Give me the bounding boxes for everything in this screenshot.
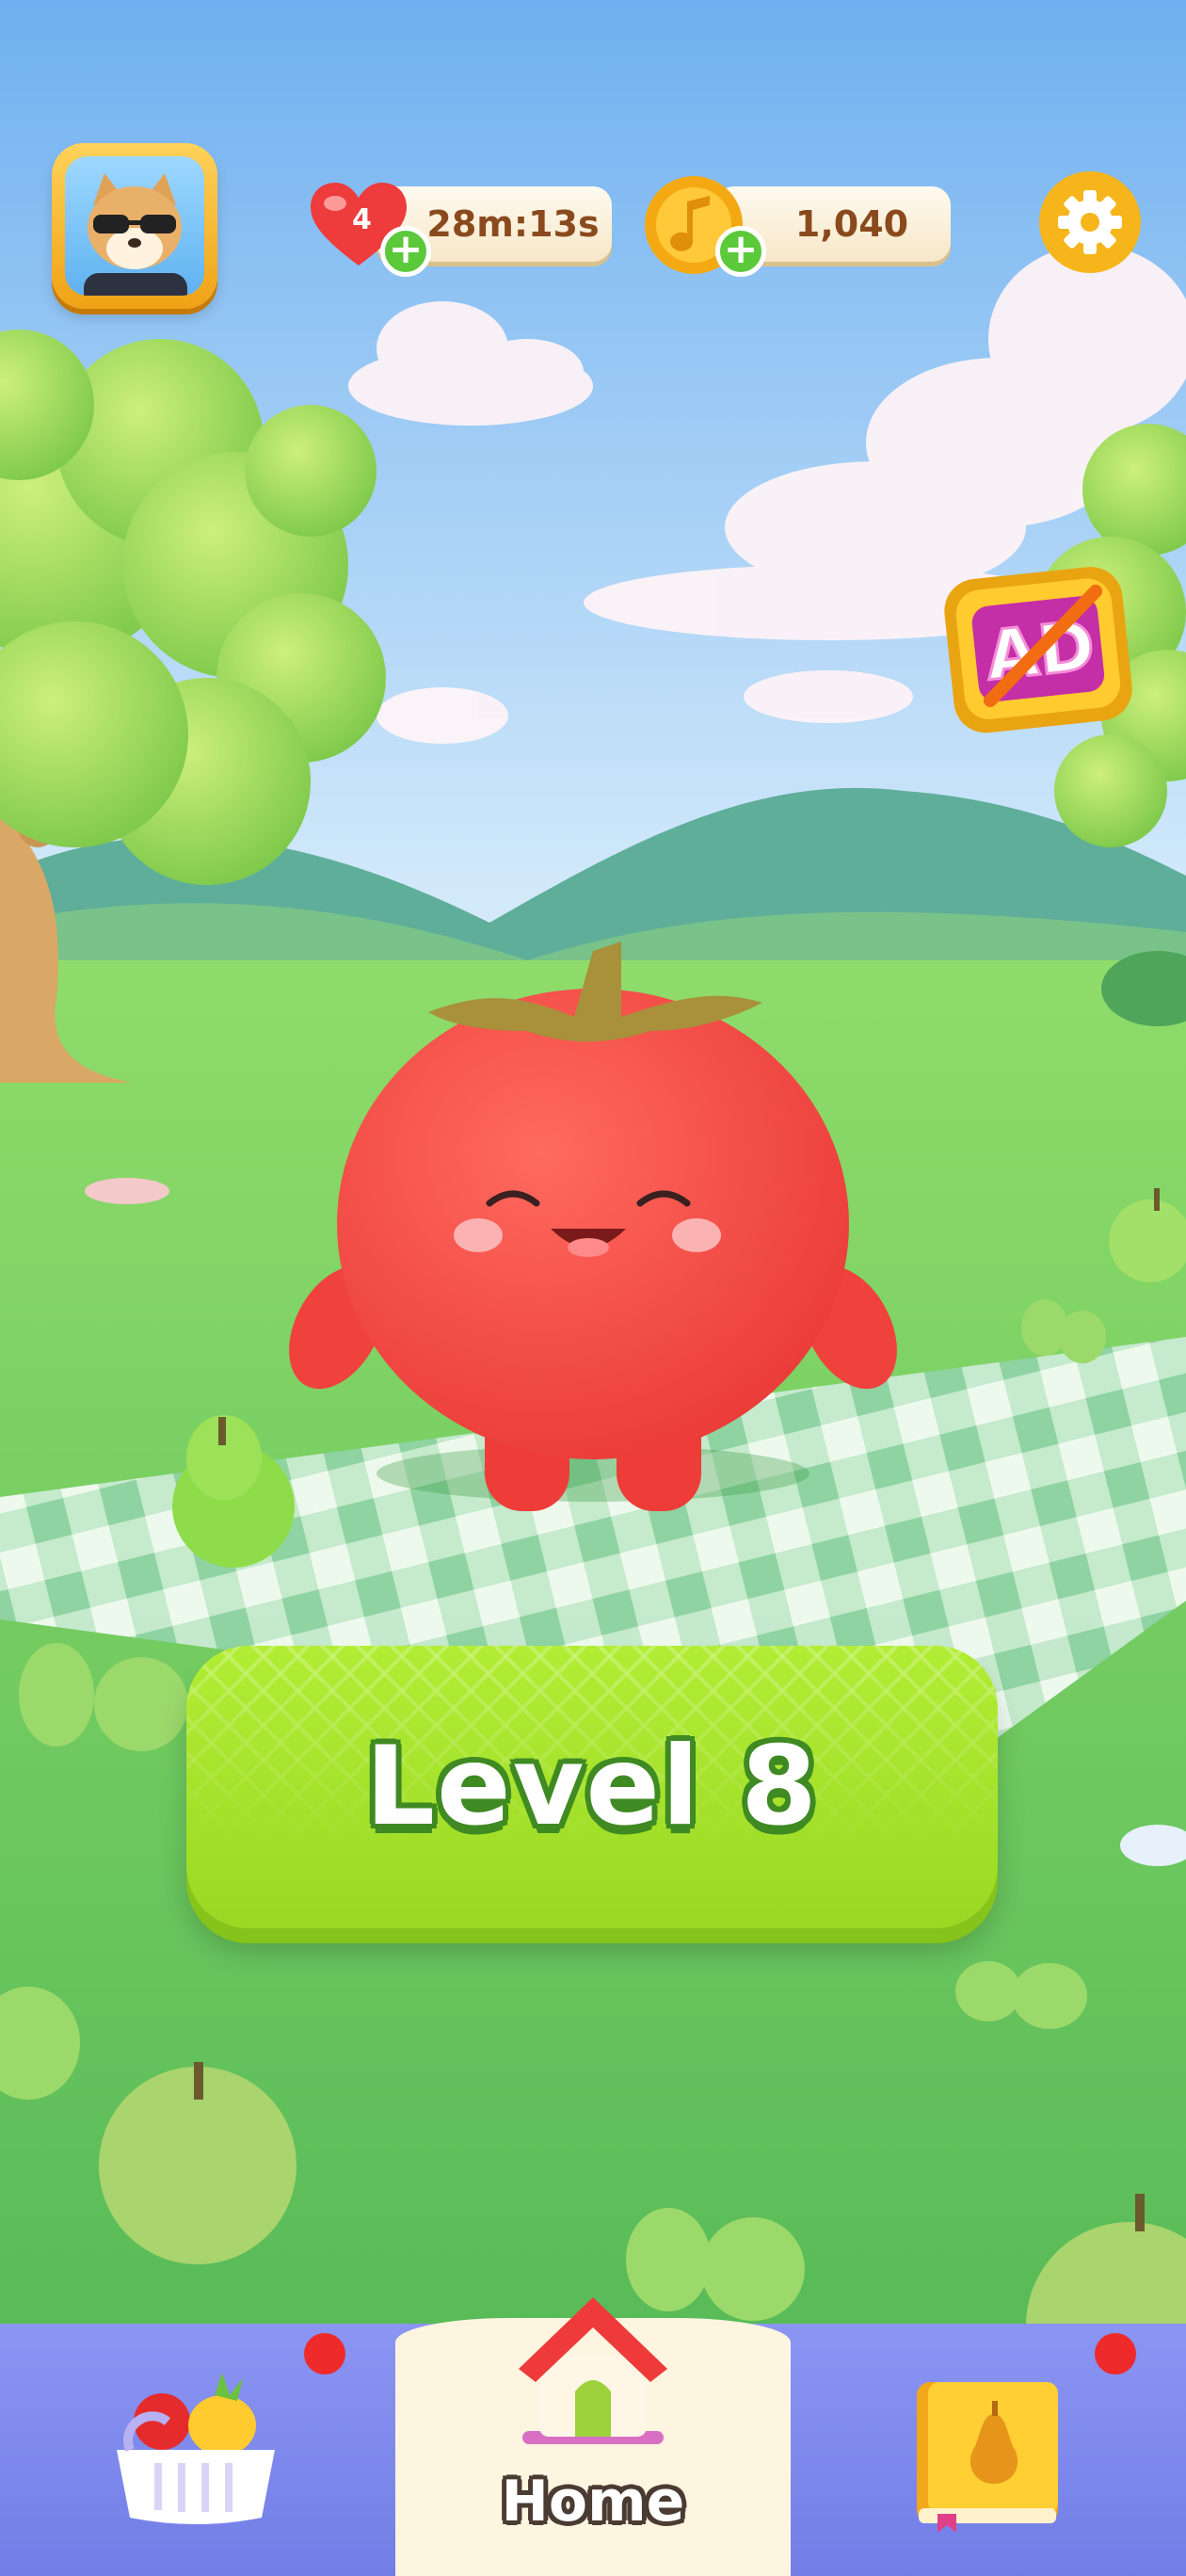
- shiba-avatar-icon: [65, 156, 204, 296]
- pear-book-icon: [917, 2382, 1058, 2533]
- plus-icon: +: [723, 225, 759, 273]
- settings-button[interactable]: [1037, 169, 1143, 275]
- remove-ads-button[interactable]: AD: [943, 563, 1137, 736]
- gear-icon: [1039, 171, 1141, 273]
- lives-timer: 28m:13s: [426, 203, 600, 245]
- house-icon: [513, 2290, 673, 2450]
- player-avatar-button[interactable]: [52, 143, 217, 309]
- add-lives-button[interactable]: +: [380, 226, 431, 277]
- fruit-basket-icon: [117, 2373, 275, 2524]
- tab-shop[interactable]: [111, 2369, 280, 2529]
- lives-count: 4: [352, 203, 372, 236]
- shop-notification-badge: [304, 2333, 345, 2375]
- coins-amount: 1,040: [794, 203, 909, 245]
- tab-home-label: Home: [501, 2469, 685, 2535]
- game-background: [0, 0, 1186, 2429]
- play-level-button[interactable]: Level 8: [186, 1646, 998, 1928]
- level-label: Level 8: [365, 1723, 819, 1850]
- no-ads-icon: AD: [944, 567, 1132, 733]
- tab-collection[interactable]: [907, 2376, 1067, 2533]
- plus-icon: +: [388, 225, 424, 273]
- collection-notification-badge: [1095, 2333, 1136, 2375]
- add-coins-button[interactable]: +: [715, 226, 766, 277]
